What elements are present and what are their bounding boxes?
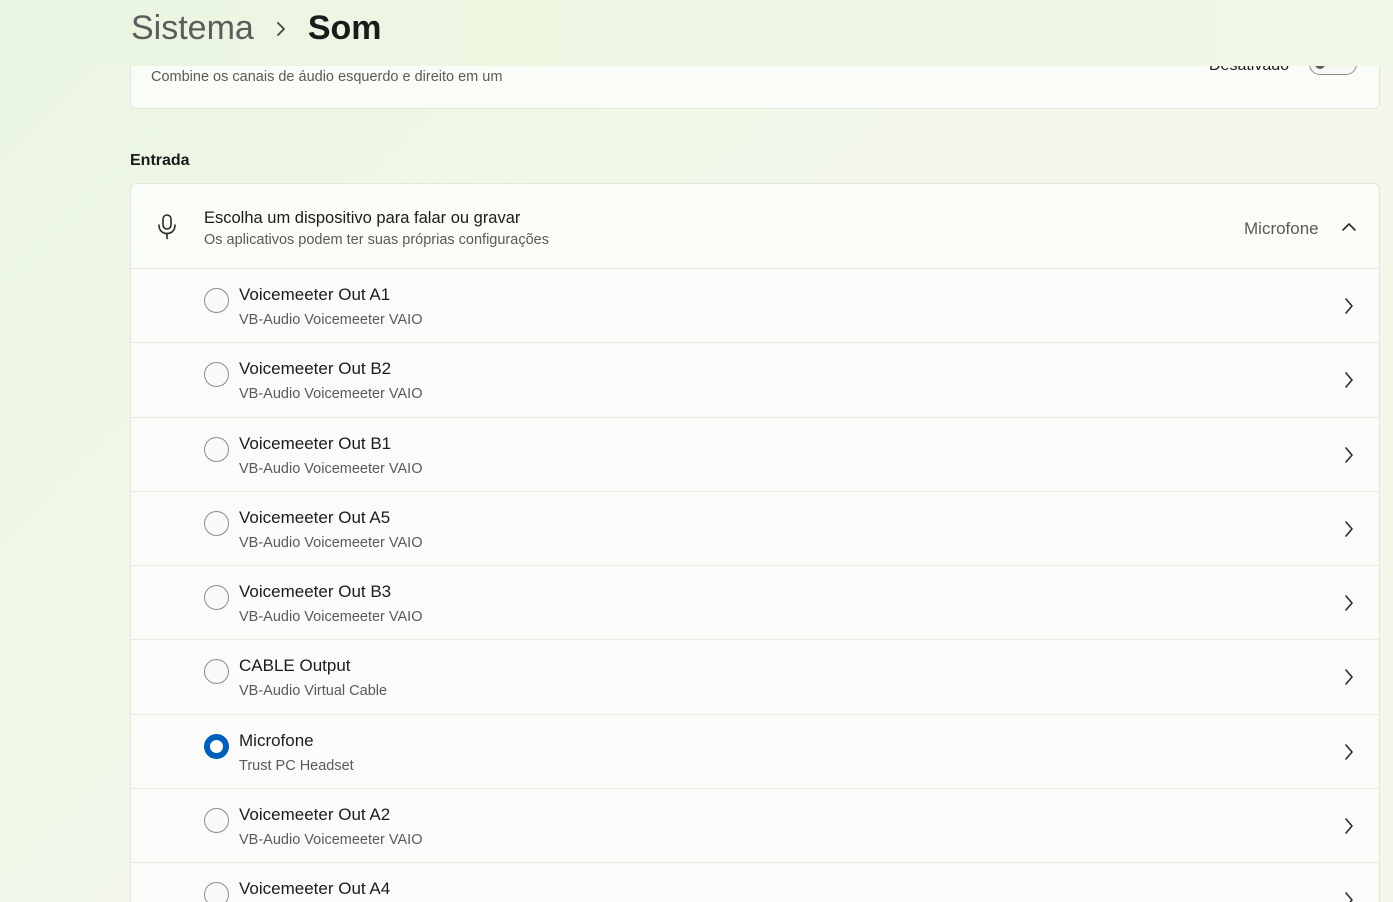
device-row[interactable]: Voicemeeter Out A5 VB-Audio Voicemeeter V… [131,491,1379,567]
page-header: Sistema Som [0,0,1393,66]
device-row[interactable]: Voicemeeter Out B2 VB-Audio Voicemeeter V… [131,343,1379,418]
input-chooser-title: Escolha um dispositivo para falar ou gra… [204,209,521,227]
input-section-title: Entrada [130,152,190,169]
device-name: Voicemeeter Out B3 [239,582,392,602]
device-row[interactable]: Voicemeeter Out A2 VB-Audio Voicemeeter V… [131,789,1379,864]
device-name: Voicemeeter Out A5 [239,507,391,527]
chevron-right-icon[interactable] [1343,891,1355,902]
device-row[interactable]: Voicemeeter Out B1 VB-Audio Voicemeeter V… [131,417,1379,492]
device-radio[interactable] [204,510,229,536]
device-driver: VB-Audio Virtual Cable [239,683,388,700]
device-driver: VB-Audio Voicemeeter VAIO [239,460,423,477]
input-device-list: Voicemeeter Out A1 VB-Audio Voicemeeter V… [131,269,1379,902]
device-row[interactable]: Microfone Trust PC Headset [131,714,1379,790]
device-radio[interactable] [204,659,229,685]
input-device-card: Escolha um dispositivo para falar ou gra… [130,183,1380,902]
chevron-right-icon[interactable] [1343,371,1355,389]
chevron-right-icon[interactable] [1343,520,1355,538]
chevron-right-icon[interactable] [1343,594,1355,612]
device-driver: VB-Audio Voicemeeter VAIO [239,386,423,403]
chevron-right-icon[interactable] [1343,743,1355,761]
device-radio[interactable] [204,362,229,388]
mono-audio-description: Combine os canais de áudio esquerdo e di… [151,69,503,85]
device-radio[interactable] [204,733,229,759]
input-device-chooser[interactable]: Escolha um dispositivo para falar ou gra… [131,184,1379,269]
device-driver: VB-Audio Voicemeeter VAIO [239,534,423,551]
device-driver: VB-Audio Voicemeeter VAIO [239,312,423,328]
chevron-right-icon[interactable] [1343,668,1355,686]
device-name: Voicemeeter Out B1 [239,433,392,453]
page-title: Som [307,9,382,47]
device-name: Voicemeeter Out A2 [239,805,391,825]
chevron-up-icon[interactable] [1341,221,1357,233]
breadcrumb-separator-icon [254,6,308,50]
breadcrumb-parent[interactable]: Sistema [131,6,254,50]
device-row[interactable]: Voicemeeter Out A1 VB-Audio Voicemeeter V… [131,269,1379,344]
device-radio[interactable] [204,808,229,834]
device-driver: Trust PC Headset [239,757,354,774]
device-radio[interactable] [204,882,229,902]
device-driver: VB-Audio Voicemeeter VAIO [239,609,423,626]
device-row[interactable]: Voicemeeter Out B3 VB-Audio Voicemeeter V… [131,566,1379,641]
device-name: Voicemeeter Out B2 [239,359,392,379]
device-radio[interactable] [204,436,229,462]
microphone-icon [158,214,176,240]
input-chooser-subtitle: Os aplicativos podem ter suas próprias c… [204,232,549,248]
device-radio[interactable] [204,585,229,611]
device-radio[interactable] [204,288,229,313]
device-name: CABLE Output [239,656,351,676]
device-row[interactable]: CABLE Output VB-Audio Virtual Cable [131,640,1379,715]
device-row[interactable]: Voicemeeter Out A4 [131,863,1379,902]
chevron-right-icon[interactable] [1343,817,1355,835]
device-name: Voicemeeter Out A1 [239,285,391,304]
chevron-right-icon[interactable] [1343,446,1355,464]
chevron-right-icon[interactable] [1343,297,1355,315]
device-name: Microfone [239,730,314,750]
device-driver: VB-Audio Voicemeeter VAIO [239,832,423,849]
breadcrumb: Sistema Som [131,6,382,50]
device-name: Voicemeeter Out A4 [239,879,391,899]
input-selected-device: Microfone [1244,219,1319,238]
